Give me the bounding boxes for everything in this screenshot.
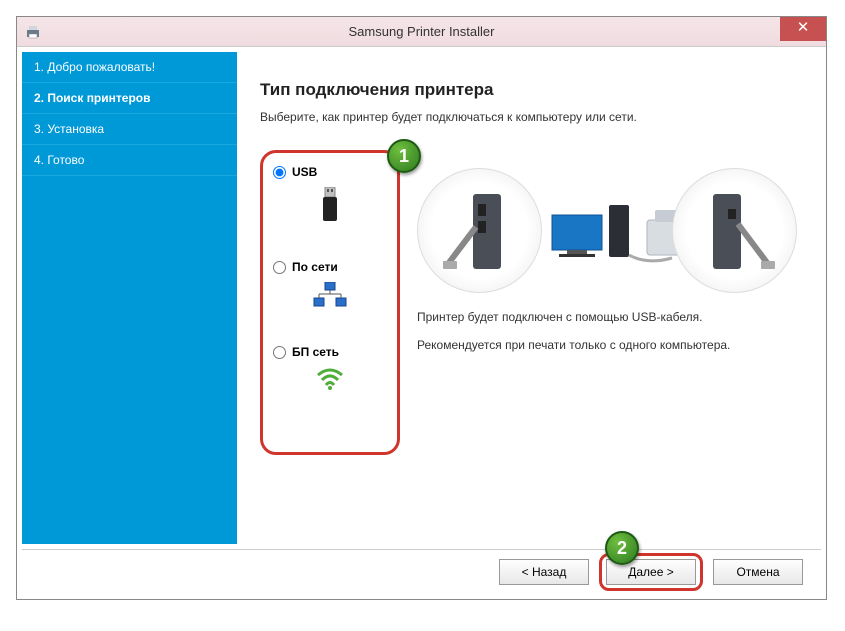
step-done: 4. Готово bbox=[22, 145, 237, 176]
cancel-button[interactable]: Отмена bbox=[713, 559, 803, 585]
titlebar: Samsung Printer Installer ✕ bbox=[17, 17, 826, 47]
option-network-label: По сети bbox=[292, 260, 338, 274]
installer-window: Samsung Printer Installer ✕ 1. Добро пож… bbox=[16, 16, 827, 600]
page-heading: Тип подключения принтера bbox=[260, 80, 803, 100]
wizard-footer: < Назад Далее > Отмена bbox=[22, 549, 821, 594]
option-usb-label: USB bbox=[292, 165, 317, 179]
step-install: 3. Установка bbox=[22, 114, 237, 145]
option-wireless[interactable]: БП сеть bbox=[273, 345, 387, 396]
radio-network[interactable] bbox=[273, 261, 286, 274]
option-wireless-label: БП сеть bbox=[292, 345, 339, 359]
page-subtitle: Выберите, как принтер будет подключаться… bbox=[260, 110, 803, 124]
connection-illustration bbox=[417, 160, 797, 300]
network-icon bbox=[273, 282, 387, 315]
description-area: Принтер будет подключен с помощью USB-ка… bbox=[417, 310, 797, 366]
content-panel: Тип подключения принтера Выберите, как п… bbox=[242, 52, 821, 544]
back-button[interactable]: < Назад bbox=[499, 559, 589, 585]
description-line1: Принтер будет подключен с помощью USB-ка… bbox=[417, 310, 797, 324]
radio-wireless[interactable] bbox=[273, 346, 286, 359]
description-line2: Рекомендуется при печати только с одного… bbox=[417, 338, 797, 352]
wifi-icon bbox=[273, 367, 387, 396]
step-search: 2. Поиск принтеров bbox=[22, 83, 237, 114]
option-network[interactable]: По сети bbox=[273, 260, 387, 315]
callout-badge-1: 1 bbox=[387, 139, 421, 173]
window-title: Samsung Printer Installer bbox=[17, 24, 826, 39]
illustration-printer-port bbox=[672, 168, 797, 293]
close-button[interactable]: ✕ bbox=[780, 17, 826, 41]
usb-icon bbox=[273, 187, 387, 230]
body-area: 1. Добро пожаловать! 2. Поиск принтеров … bbox=[17, 47, 826, 599]
wizard-sidebar: 1. Добро пожаловать! 2. Поиск принтеров … bbox=[22, 52, 237, 544]
step-welcome: 1. Добро пожаловать! bbox=[22, 52, 237, 83]
option-usb[interactable]: USB bbox=[273, 165, 387, 230]
connection-options: USB По сети БП сеть bbox=[260, 150, 400, 455]
radio-usb[interactable] bbox=[273, 166, 286, 179]
callout-badge-2: 2 bbox=[605, 531, 639, 565]
